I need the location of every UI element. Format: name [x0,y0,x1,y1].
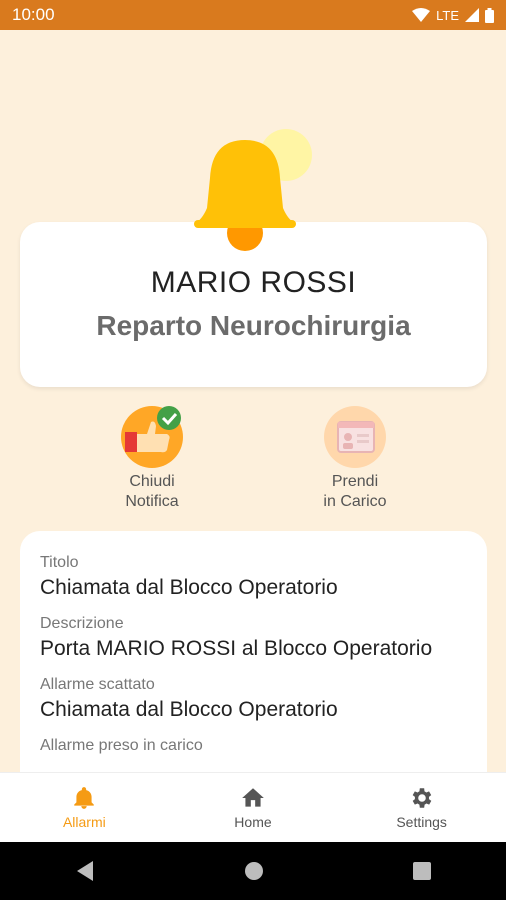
title-field: Titolo Chiamata dal Blocco Operatorio [40,553,467,603]
gear-icon [412,788,431,808]
alarm-triggered-value: Chiamata dal Blocco Operatorio [40,698,338,721]
thumbs-up-check-icon [121,406,183,468]
take-charge-label: Prendi in Carico [323,473,387,510]
status-icons: LTE [412,7,494,23]
close-notification-button[interactable]: Chiudi Notifica [82,406,222,512]
back-icon[interactable] [75,860,95,882]
nav-settings-label: Settings [396,814,447,830]
close-notification-label: Chiudi Notifica [125,473,179,510]
description-value: Porta MARIO ROSSI al Blocco Operatorio [40,637,433,660]
alarm-taken-label: Allarme preso in carico [40,737,203,754]
bell-icon [74,787,95,809]
system-navigation-bar [0,842,506,900]
home-circle-icon[interactable] [244,861,264,881]
alarm-triggered-field: Allarme scattato Chiamata dal Blocco Ope… [40,675,467,725]
network-type: LTE [436,7,459,23]
nav-settings[interactable]: Settings [338,785,506,830]
wifi-icon [412,8,431,22]
calendar-person-icon [324,406,386,468]
department-name: Reparto Neurochirurgia [96,310,411,341]
nav-home[interactable]: Home [169,785,337,830]
nav-home-label: Home [234,814,272,830]
description-field: Descrizione Porta MARIO ROSSI al Blocco … [40,614,467,664]
battery-icon [485,7,494,23]
recents-icon[interactable] [413,862,432,880]
alarm-details-card: Titolo Chiamata dal Blocco Operatorio De… [20,531,487,772]
alarm-detail-screen: MARIO ROSSI Reparto Neurochirurgia Chiud… [0,30,506,772]
alarm-triggered-label: Allarme scattato [40,676,155,693]
description-label: Descrizione [40,615,124,632]
take-charge-button[interactable]: Prendi in Carico [285,406,425,512]
alarm-taken-field: Allarme preso in carico [40,736,467,756]
title-value: Chiamata dal Blocco Operatorio [40,576,338,599]
alarm-bell-icon [186,128,316,253]
nav-alarms[interactable]: Allarmi [0,785,168,830]
person-name: MARIO ROSSI [150,266,357,299]
title-label: Titolo [40,554,79,571]
bottom-navigation: Allarmi Home Settings [0,772,506,842]
nav-alarms-label: Allarmi [62,814,106,830]
home-icon [242,788,264,807]
signal-icon [465,8,479,22]
status-time: 10:00 [12,5,55,24]
status-bar: 10:00 LTE [0,0,506,30]
